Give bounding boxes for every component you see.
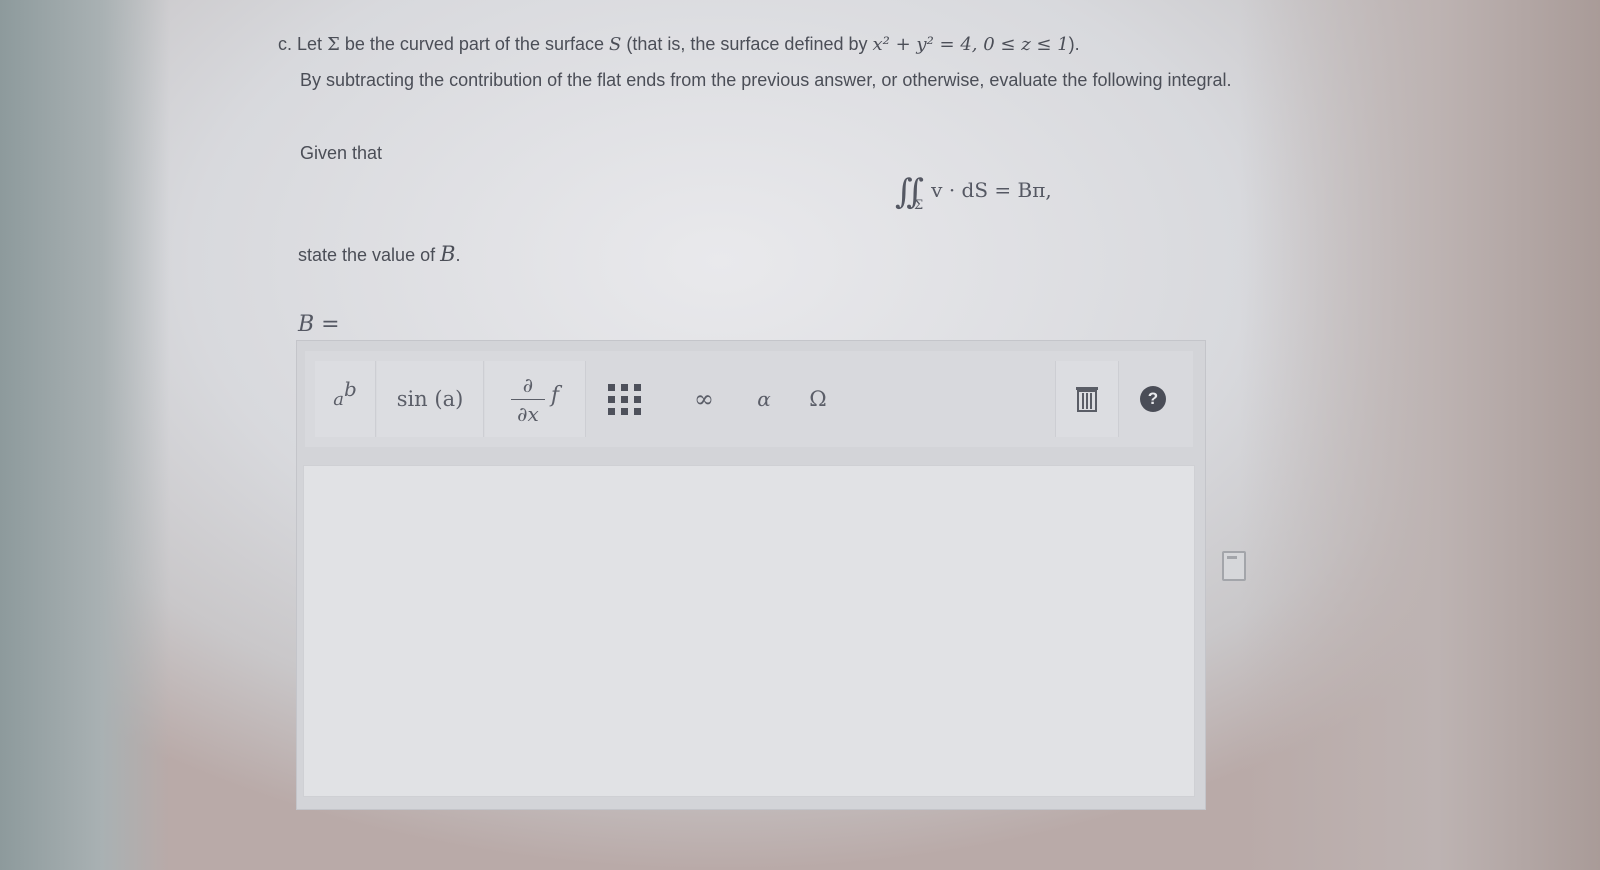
fraction-bar (510, 398, 545, 400)
infinity-button[interactable]: ∞ (679, 361, 729, 437)
sin-label: sin (a) (396, 387, 464, 411)
part-label: c. (278, 34, 293, 54)
omega-symbol: Ω (809, 387, 827, 411)
derivative-function: f (550, 382, 560, 408)
question-text-close: ). (1068, 34, 1080, 54)
derivative-denominator: ∂x (517, 401, 539, 426)
question-line-2: By subtracting the contribution of the f… (300, 70, 1232, 90)
derivative-numerator: ∂ (522, 372, 534, 397)
question-text-defined: (that is, the surface defined by (626, 34, 868, 54)
double-integral-sign: ∬ (895, 172, 924, 212)
integral-expression: v · dS = Bπ, (931, 178, 1052, 202)
matrix-icon (608, 384, 641, 415)
power-button[interactable]: a b (315, 361, 376, 437)
file-icon[interactable] (1222, 551, 1246, 581)
infinity-symbol: ∞ (694, 385, 714, 413)
trash-icon (1076, 387, 1098, 412)
matrix-button[interactable] (595, 361, 655, 437)
surface-integral: ∬Σv · dS = Bπ, (895, 172, 1052, 213)
power-exponent: b (343, 377, 357, 401)
state-label: state the value of B. (298, 242, 461, 266)
help-button[interactable]: ? (1121, 361, 1185, 437)
state-variable: B (440, 242, 456, 266)
background-shade-left (0, 0, 170, 870)
math-editor: a b sin (a) ∂ ∂x f ∞ α Ω ? (296, 340, 1206, 810)
sin-button[interactable]: sin (a) (377, 361, 484, 437)
answer-input[interactable] (303, 465, 1195, 797)
question-line-1: c. Let Σ be the curved part of the surfa… (278, 34, 1080, 55)
greek-alpha-button[interactable]: α (739, 361, 789, 437)
integral-subscript: Σ (913, 198, 924, 213)
derivative-fraction: ∂ ∂x (510, 372, 545, 426)
surface-symbol: S (609, 34, 622, 55)
help-icon: ? (1140, 386, 1166, 412)
greek-omega-button[interactable]: Ω (793, 361, 843, 437)
given-label: Given that (300, 143, 383, 163)
alpha-symbol: α (757, 387, 771, 411)
answer-label-text: B = (298, 312, 340, 337)
question-text-curved: be the curved part of the surface (344, 34, 604, 54)
question-text-let: Let (297, 34, 323, 54)
answer-label: B = (298, 312, 340, 337)
power-base: a (333, 388, 344, 410)
state-period: . (455, 245, 461, 265)
background-shade-right (1240, 0, 1600, 870)
clear-button[interactable] (1055, 361, 1119, 437)
partial-derivative-button[interactable]: ∂ ∂x f (485, 361, 586, 437)
state-text: state the value of (298, 245, 436, 265)
surface-equation: x² + y² = 4, 0 ≤ z ≤ 1 (872, 34, 1069, 55)
editor-toolbar: a b sin (a) ∂ ∂x f ∞ α Ω ? (305, 351, 1193, 447)
sigma-symbol: Σ (327, 34, 340, 55)
